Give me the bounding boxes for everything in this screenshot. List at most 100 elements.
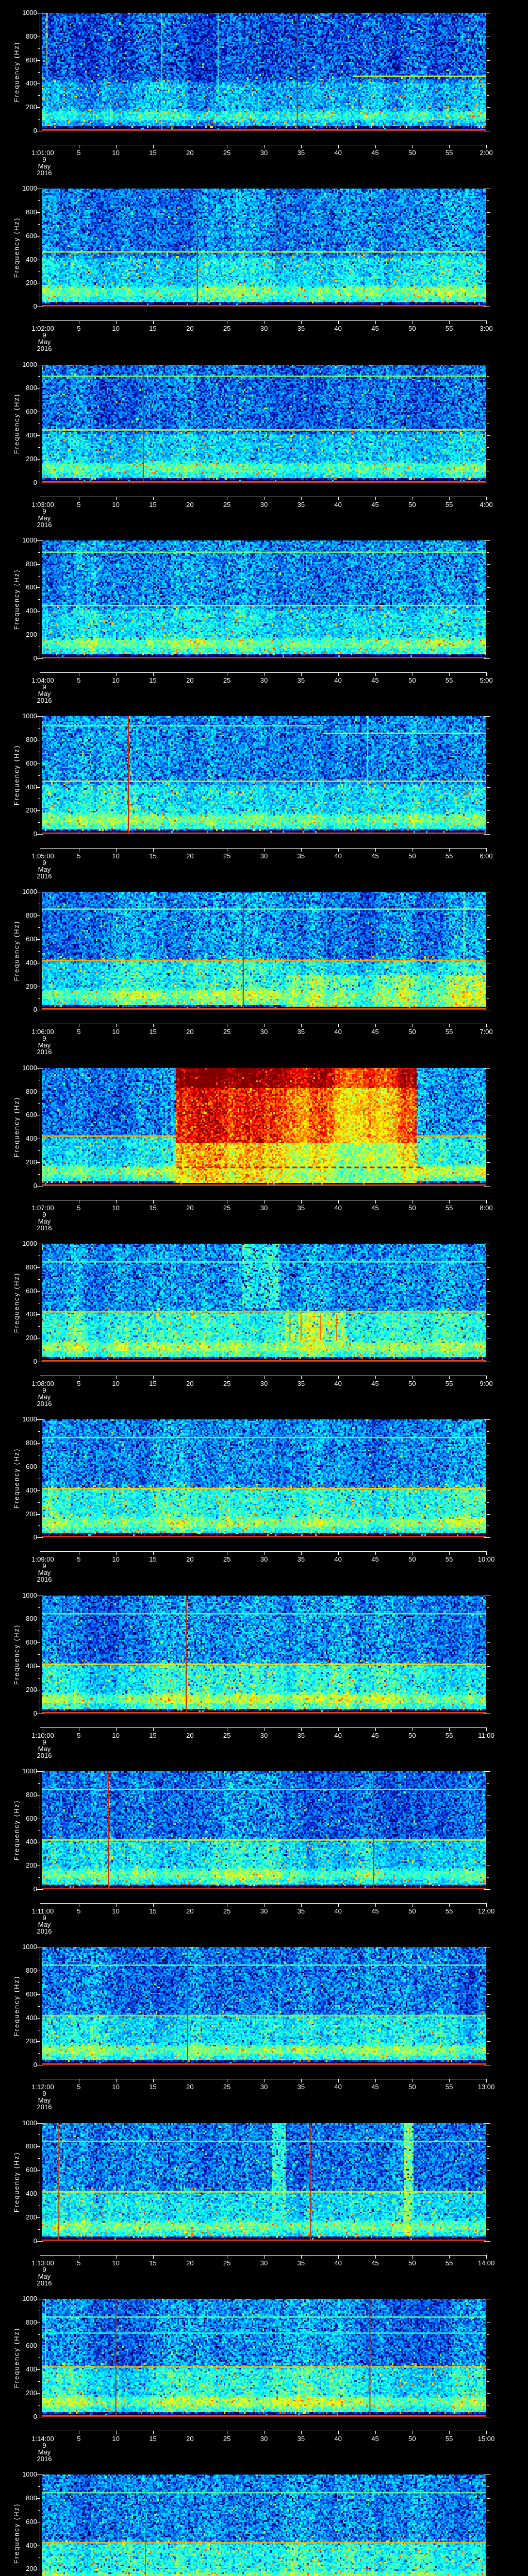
x-minute-label: 55: [445, 2083, 453, 2091]
x-minute-label: 45: [371, 2083, 379, 2091]
y-minor-tick-right: [487, 1783, 489, 1784]
x-tick-mark: [116, 321, 117, 325]
y-tick-label: 800: [26, 560, 37, 568]
x-tick-mark: [301, 1024, 302, 1028]
y-tick-label: 600: [26, 2517, 37, 2526]
y-tick-label: 800: [26, 384, 37, 392]
x-end-time-label: 14:00: [477, 2259, 495, 2267]
y-tick-label: 0: [33, 830, 37, 838]
y-tick-label: 0: [33, 1358, 37, 1366]
x-end-time-label: 6:00: [480, 852, 493, 860]
y-tick-mark-right: [487, 1267, 490, 1268]
x-minute-label: 15: [149, 325, 157, 333]
x-tick-mark: [301, 1200, 302, 1204]
spectrogram-canvas: [42, 2298, 486, 2417]
x-minute-label: 20: [186, 149, 194, 157]
x-tick-mark: [449, 2079, 450, 2083]
y-tick-mark-right: [487, 810, 490, 811]
x-tick-mark: [375, 1200, 376, 1204]
x-minute-label: 55: [445, 1907, 453, 1915]
spectrogram-canvas: [42, 1947, 486, 2065]
x-tick-mark: [486, 849, 487, 852]
x-minute-label: 45: [371, 2259, 379, 2267]
y-tick-label: 1000: [22, 2294, 37, 2302]
x-tick-mark: [301, 2431, 302, 2434]
y-tick-label: 400: [26, 783, 37, 791]
x-tick-mark: [338, 1024, 339, 1028]
y-tick-label: 800: [26, 208, 37, 216]
spectrogram-panel: Frequency (Hz) 1000 800 600 400 200 0 1:11:00 5…: [0, 1758, 528, 1935]
x-minute-label: 40: [334, 149, 342, 157]
y-axis-title: Frequency (Hz): [12, 217, 21, 278]
x-tick-mark: [264, 1727, 265, 1731]
y-tick-mark-right: [487, 459, 490, 460]
x-tick-mark: [153, 321, 154, 325]
x-tick-mark: [264, 1552, 265, 1555]
x-tick-mark: [375, 497, 376, 500]
y-tick-mark-right: [487, 2146, 490, 2147]
x-tick-mark: [301, 1903, 302, 1907]
x-minute-label: 30: [260, 1028, 268, 1036]
y-tick-mark-right: [487, 435, 490, 436]
x-minute-label: 10: [112, 852, 120, 860]
x-minute-label: 30: [260, 2083, 268, 2091]
x-minute-label: 55: [445, 325, 453, 333]
y-tick-label: 0: [33, 1181, 37, 1190]
x-minute-label: 30: [260, 852, 268, 860]
x-minute-label: 45: [371, 852, 379, 860]
y-tick-label: 600: [26, 56, 37, 64]
x-minute-label: 30: [260, 149, 268, 157]
x-tick-mark: [486, 672, 487, 676]
x-tick-mark: [301, 321, 302, 325]
x-minute-label: 30: [260, 1204, 268, 1212]
spectrogram-canvas: [42, 2475, 486, 2576]
y-tick-mark-right: [487, 1291, 490, 1292]
y-tick-label: 600: [26, 2166, 37, 2174]
x-minute-label: 40: [334, 325, 342, 333]
spectrogram-panel: Frequency (Hz) 1000 800 600 400 200 0 1:03:00 5…: [0, 352, 528, 529]
y-minor-tick-right: [487, 2486, 489, 2487]
x-end-time-label: 10:00: [477, 1555, 495, 1564]
x-tick-mark: [153, 1200, 154, 1204]
y-axis-title: Frequency (Hz): [12, 393, 21, 454]
y-tick-label: 1000: [22, 2470, 37, 2479]
y-tick-label: 400: [26, 1134, 37, 1143]
spectrogram-panel: Frequency (Hz) 1000 800 600 400 200 0 1:06:00 5…: [0, 879, 528, 1056]
x-minute-label: 35: [297, 2259, 305, 2267]
x-minute-label: 25: [223, 1555, 231, 1564]
x-tick-mark: [449, 1552, 450, 1555]
x-tick-mark: [264, 1903, 265, 1907]
x-minute-label: 35: [297, 325, 305, 333]
x-tick-mark: [486, 1200, 487, 1204]
x-tick-mark: [449, 1024, 450, 1028]
x-end-time-label: 2:00: [480, 149, 493, 157]
spectrogram-canvas: [42, 540, 486, 658]
x-minute-label: 45: [371, 1731, 379, 1739]
x-tick-mark: [264, 2431, 265, 2434]
y-tick-label: 600: [26, 935, 37, 943]
y-tick-label: 0: [33, 654, 37, 662]
x-end-time-label: 12:00: [477, 1907, 495, 1915]
x-minute-label: 25: [223, 325, 231, 333]
y-tick-mark-right: [487, 1889, 490, 1890]
x-minute-label: 5: [77, 2259, 81, 2267]
y-tick-label: 1000: [22, 536, 37, 544]
y-tick-label: 400: [26, 958, 37, 967]
x-minute-label: 45: [371, 676, 379, 684]
x-tick-mark: [301, 497, 302, 500]
x-tick-mark: [375, 1903, 376, 1907]
y-tick-label: 600: [26, 231, 37, 240]
x-minute-label: 35: [297, 1380, 305, 1388]
x-minute-label: 35: [297, 676, 305, 684]
x-tick-mark: [264, 1376, 265, 1380]
y-minor-tick-right: [487, 2229, 489, 2230]
y-tick-label: 400: [26, 1838, 37, 1846]
y-minor-tick-right: [487, 200, 489, 201]
x-minute-label: 20: [186, 2083, 194, 2091]
x-minute-label: 30: [260, 1731, 268, 1739]
x-tick-mark: [153, 2255, 154, 2259]
x-minute-label: 35: [297, 1204, 305, 1212]
y-tick-label: 800: [26, 2494, 37, 2502]
y-tick-label: 200: [26, 1158, 37, 1166]
x-minute-label: 5: [77, 325, 81, 333]
